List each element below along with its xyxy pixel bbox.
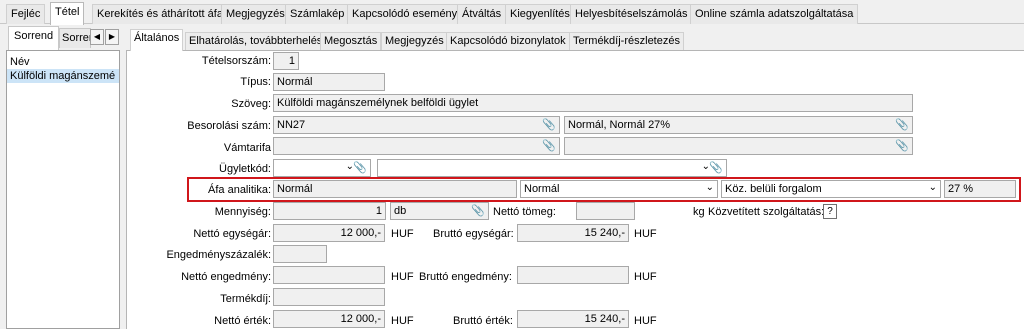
vamtarifa-field[interactable]: 📎 — [273, 137, 560, 155]
tab-scroll-right-button[interactable]: ▶ — [105, 29, 119, 45]
tab-kerekites[interactable]: Kerekítés és áthárított áfa — [92, 4, 228, 24]
afa-rate-field[interactable]: 27 % — [944, 180, 1016, 198]
mennyiseg-field[interactable]: 1 — [273, 202, 386, 220]
tab-helyesbites[interactable]: Helyesbítéselszámolás — [570, 4, 693, 24]
tetelsorszam-field[interactable]: 1 — [273, 52, 299, 70]
engedmenyszazalek-field[interactable] — [273, 245, 327, 263]
chevron-down-icon[interactable]: ⌄ — [706, 181, 714, 196]
list-item[interactable]: Külföldi magánszemé — [7, 69, 119, 83]
netto-egysegar-label: Nettó egységár: — [193, 228, 271, 240]
arrow-right-icon: ▶ — [108, 32, 116, 41]
tipus-label: Típus: — [240, 76, 271, 88]
tab-atvaltas[interactable]: Átváltás — [457, 4, 507, 24]
brutto-engedmeny-currency: HUF — [634, 271, 657, 283]
brutto-ertek-label: Bruttó érték: — [453, 315, 513, 327]
brutto-egysegar-label: Bruttó egységár: — [433, 228, 514, 240]
termekdij-field[interactable] — [273, 288, 385, 306]
afa-analitika-select-value: Normál — [524, 183, 560, 195]
netto-tomeg-field[interactable] — [576, 202, 635, 220]
chevron-down-icon[interactable]: ⌄ — [929, 181, 937, 196]
besorolasi-szam-desc: Normál, Normál 27% — [568, 119, 671, 131]
besorolasi-szam-field[interactable]: NN27 📎 — [273, 116, 560, 134]
subtab-elhatarolas[interactable]: Elhatárolás, továbbterhelés — [185, 32, 327, 50]
paperclip-icon[interactable]: 📎 — [895, 117, 909, 133]
paperclip-icon[interactable]: 📎 — [895, 138, 909, 154]
besorolasi-szam-label: Besorolási szám: — [187, 120, 271, 132]
ugyletkod-desc-select[interactable]: ⌄ 📎 — [377, 159, 727, 177]
ugyletkod-select[interactable]: ⌄ 📎 — [273, 159, 371, 177]
vamtarifa-label: Vámtarifa — [223, 142, 271, 154]
mennyiseg-label: Mennyiség: — [214, 206, 271, 218]
termekdij-label: Termékdíj: — [220, 293, 271, 305]
szoveg-field[interactable]: Külföldi magánszemélynek belföldi ügylet — [273, 94, 913, 112]
paperclip-icon[interactable]: 📎 — [471, 203, 485, 219]
netto-engedmeny-label: Nettó engedmény: — [181, 271, 271, 283]
tab-online-szamla[interactable]: Online számla adatszolgáltatása — [690, 4, 859, 24]
tab-kapcsolodo-esemeny[interactable]: Kapcsolódó esemény — [347, 4, 463, 24]
besorolasi-szam-value: NN27 — [277, 119, 306, 131]
kozvetitett-checkbox[interactable]: ? — [823, 204, 837, 219]
brutto-egysegar-field[interactable]: 15 240,- — [517, 224, 629, 242]
szoveg-label: Szöveg: — [231, 98, 271, 110]
paperclip-icon[interactable]: 📎 — [709, 160, 723, 176]
forgalom-select[interactable]: Köz. belüli forgalom ⌄ — [721, 180, 941, 198]
netto-egysegar-currency: HUF — [391, 228, 414, 240]
tipus-field[interactable]: Normál — [273, 73, 385, 91]
forgalom-select-value: Köz. belüli forgalom — [725, 183, 822, 195]
netto-ertek-currency: HUF — [391, 315, 414, 327]
left-tab-sorrend[interactable]: Sorrend — [8, 26, 60, 50]
engedmenyszazalek-label: Engedményszázalék: — [166, 249, 271, 261]
afa-analitika-field[interactable]: Normál — [273, 180, 517, 198]
tab-megjegyzes[interactable]: Megjegyzés — [221, 4, 290, 24]
mennyiseg-unit: db — [394, 205, 407, 217]
netto-tomeg-label: Nettó tömeg: — [493, 206, 556, 218]
netto-egysegar-field[interactable]: 12 000,- — [273, 224, 385, 242]
tab-fejlec[interactable]: Fejléc — [6, 4, 46, 24]
brutto-ertek-currency: HUF — [634, 315, 657, 327]
paperclip-icon[interactable]: 📎 — [542, 138, 556, 154]
subtab-megosztas[interactable]: Megosztás — [320, 32, 382, 50]
netto-engedmeny-currency: HUF — [391, 271, 414, 283]
kozvetitett-label: Közvetített szolgáltatás: — [708, 206, 825, 218]
besorolasi-szam-desc-field: Normál, Normál 27% 📎 — [564, 116, 913, 134]
brutto-egysegar-currency: HUF — [634, 228, 657, 240]
tab-szamlakep[interactable]: Számlakép — [285, 4, 350, 24]
tab-tetel[interactable]: Tétel — [50, 2, 85, 25]
subtab-kapcsolodo-bizonylatok[interactable]: Kapcsolódó bizonylatok — [446, 32, 570, 50]
ugyletkod-label: Ügyletkód: — [219, 163, 271, 175]
netto-ertek-field[interactable]: 12 000,- — [273, 310, 385, 328]
subtab-megjegyzes[interactable]: Megjegyzés — [381, 32, 448, 50]
brutto-engedmeny-field[interactable] — [517, 266, 629, 284]
arrow-left-icon: ◀ — [93, 32, 101, 41]
netto-ertek-label: Nettó érték: — [214, 315, 271, 327]
brutto-engedmeny-label: Bruttó engedmény: — [419, 271, 512, 283]
paperclip-icon[interactable]: 📎 — [353, 160, 367, 176]
vamtarifa-desc-field: 📎 — [564, 137, 913, 155]
list-header-nev[interactable]: Név — [7, 55, 119, 69]
left-list-panel: Név Külföldi magánszemé — [6, 50, 120, 329]
subtab-termekdij[interactable]: Termékdíj-részletezés — [569, 32, 684, 50]
top-tab-bar: Fejléc Tétel Kerekítés és áthárított áfa… — [0, 0, 1024, 25]
paperclip-icon[interactable]: 📎 — [542, 117, 556, 133]
afa-analitika-label: Áfa analitika: — [208, 184, 271, 196]
left-tab-sorren[interactable]: Sorren — [59, 28, 91, 48]
tab-kiegyenlites[interactable]: Kiegyenlítés — [505, 4, 575, 24]
netto-tomeg-unit: kg — [693, 206, 705, 218]
afa-analitika-select[interactable]: Normál ⌄ — [520, 180, 718, 198]
tab-scroll-left-button[interactable]: ◀ — [90, 29, 104, 45]
tetelsorszam-label: Tételsorszám: — [201, 55, 271, 67]
brutto-ertek-field[interactable]: 15 240,- — [517, 310, 629, 328]
netto-engedmeny-field[interactable] — [273, 266, 385, 284]
subtab-altalanos[interactable]: Általános — [130, 29, 184, 51]
mennyiseg-unit-field[interactable]: db 📎 — [390, 202, 489, 220]
